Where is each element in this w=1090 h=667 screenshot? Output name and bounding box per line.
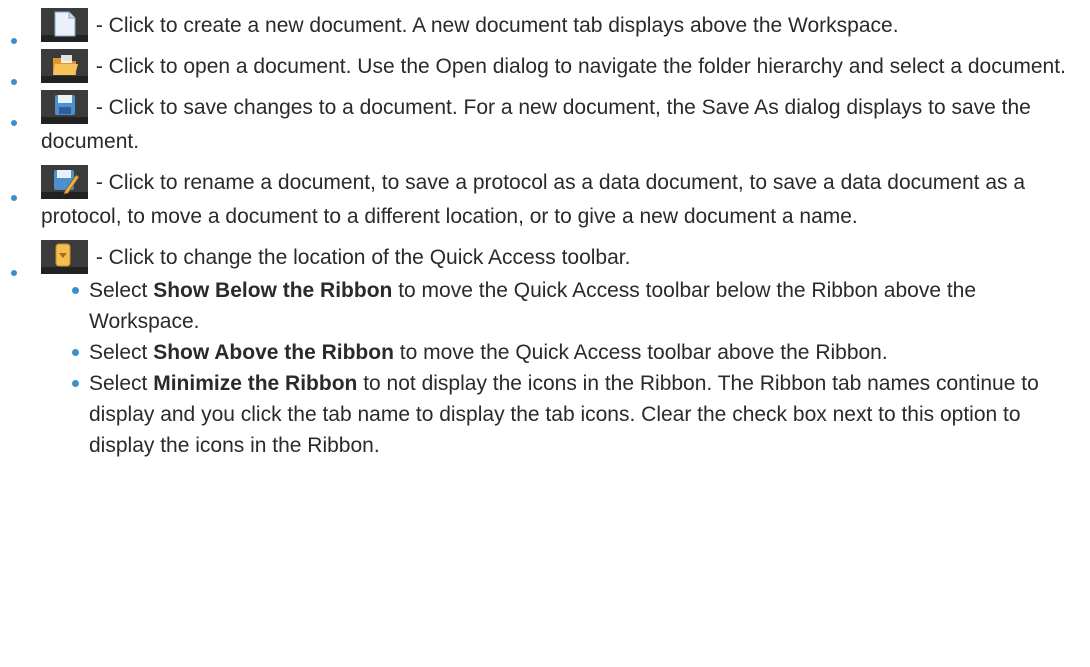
- save-disk-icon: [41, 90, 88, 124]
- list-item-new: - Click to create a new document. A new …: [0, 8, 1090, 44]
- sub-item-pre: Select: [89, 372, 154, 395]
- option-name: Show Above the Ribbon: [153, 341, 394, 364]
- sub-item-minimize: Select Minimize the Ribbon to not displa…: [41, 368, 1090, 461]
- sub-item-show-above: Select Show Above the Ribbon to move the…: [41, 337, 1090, 368]
- item-text: - Click to open a document. Use the Open…: [90, 55, 1066, 78]
- option-name: Show Below the Ribbon: [153, 279, 393, 302]
- sub-item-show-below: Select Show Below the Ribbon to move the…: [41, 275, 1090, 337]
- option-name: Minimize the Ribbon: [153, 372, 358, 395]
- list-item-customize: - Click to change the location of the Qu…: [0, 240, 1090, 461]
- new-document-icon: [41, 8, 88, 42]
- item-text: - Click to change the location of the Qu…: [90, 246, 631, 269]
- sub-item-pre: Select: [89, 341, 154, 364]
- save-as-rename-icon: [41, 165, 88, 199]
- list-item-save-as: - Click to rename a document, to save a …: [0, 165, 1090, 234]
- item-text: - Click to save changes to a document. F…: [41, 96, 1031, 153]
- item-text: - Click to rename a document, to save a …: [41, 171, 1026, 228]
- sub-item-post: to move the Quick Access toolbar above t…: [393, 341, 888, 364]
- item-text: - Click to create a new document. A new …: [90, 14, 899, 37]
- ribbon-options-list: Select Show Below the Ribbon to move the…: [41, 275, 1090, 461]
- open-folder-icon: [41, 49, 88, 83]
- sub-item-pre: Select: [89, 279, 154, 302]
- quick-access-button-list: - Click to create a new document. A new …: [0, 8, 1090, 461]
- customize-toolbar-icon: [41, 240, 88, 274]
- list-item-open: - Click to open a document. Use the Open…: [0, 49, 1090, 85]
- list-item-save: - Click to save changes to a document. F…: [0, 90, 1090, 159]
